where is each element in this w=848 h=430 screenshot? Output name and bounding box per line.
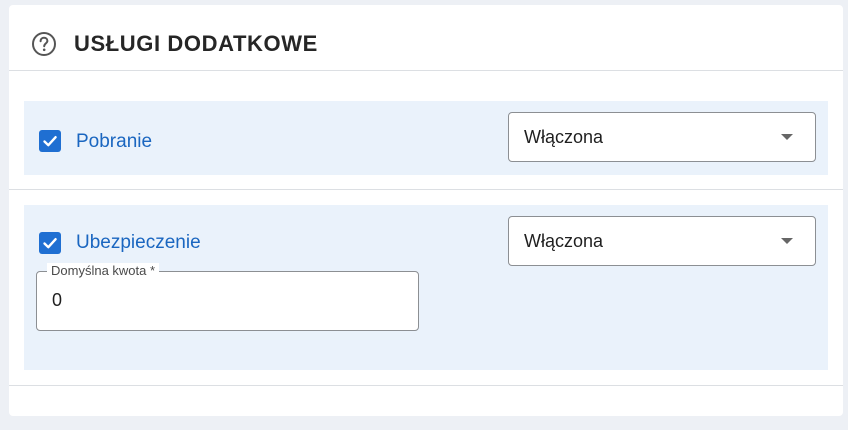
- pobranie-select-value: Włączona: [524, 127, 604, 147]
- section-title: USŁUGI DODATKOWE: [74, 31, 318, 56]
- chevron-down-icon: [781, 134, 793, 140]
- question-circle-icon[interactable]: [31, 31, 57, 57]
- service-row-ubezpieczenie: Ubezpieczenie Włączona Domyślna kwota * …: [24, 205, 828, 370]
- section-header: USŁUGI DODATKOWE: [9, 5, 843, 71]
- divider: [9, 385, 843, 386]
- divider: [9, 189, 843, 190]
- pobranie-select[interactable]: Włączona: [508, 112, 816, 162]
- pobranie-checkbox[interactable]: [39, 130, 61, 152]
- default-amount-field[interactable]: Domyślna kwota * 0: [36, 263, 419, 331]
- ubezpieczenie-checkbox[interactable]: [39, 232, 61, 254]
- ubezpieczenie-label[interactable]: Ubezpieczenie: [76, 232, 201, 254]
- ubezpieczenie-select[interactable]: Włączona: [508, 216, 816, 266]
- service-row-pobranie: Pobranie Włączona: [24, 101, 828, 175]
- chevron-down-icon: [781, 238, 793, 244]
- checkmark-icon: [43, 238, 57, 249]
- checkmark-icon: [43, 136, 57, 147]
- ubezpieczenie-select-value: Włączona: [524, 231, 604, 251]
- default-amount-label: Domyślna kwota *: [47, 263, 160, 279]
- additional-services-card: USŁUGI DODATKOWE Pobranie Włączona Ubezp…: [9, 5, 843, 416]
- pobranie-label[interactable]: Pobranie: [76, 131, 152, 153]
- default-amount-value[interactable]: 0: [52, 290, 62, 311]
